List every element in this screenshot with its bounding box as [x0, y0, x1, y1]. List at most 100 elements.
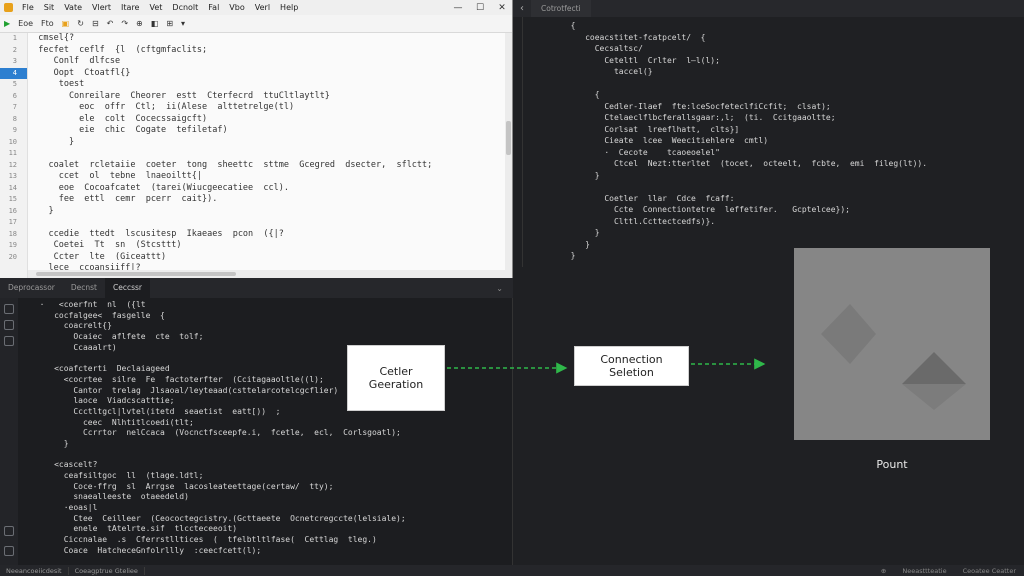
code-line: Corlsat lreeflhatt, clts}] [561, 124, 740, 134]
chevron-down-icon[interactable]: ▾ [181, 19, 185, 28]
code-line: Ccter lte (Giceattt) [28, 251, 167, 262]
menu-item-help[interactable]: Help [275, 3, 303, 12]
menu-item-build[interactable]: Fal [203, 3, 224, 12]
refresh-icon[interactable]: ↻ [77, 19, 84, 28]
line-number: 8 [12, 114, 17, 123]
light-code-area[interactable]: cmsel{? fecfet ceflf {l (cftgmfaclits; C… [28, 33, 506, 278]
line-number: 5 [12, 80, 17, 88]
code-line: } [561, 228, 600, 237]
split-icon[interactable]: ◧ [151, 19, 159, 28]
tab-decnst[interactable]: Decnst [63, 278, 105, 298]
code-line: Ccrrtor nelCcaca (Vocnctfsceepfe.i, fcet… [30, 428, 401, 438]
line-number: 16 [8, 206, 17, 215]
right-code-area[interactable]: { coeacstitet-fcatpcelt/ { Cecsaltsc/ Ce… [561, 20, 1016, 265]
redo-icon[interactable]: ↷ [121, 19, 128, 28]
code-line: eoe Cocoafcatet (tarei(Wiucgeecatiee ccl… [28, 182, 289, 193]
vertical-scrollbar[interactable] [505, 33, 512, 278]
add-icon[interactable]: ⊕ [136, 19, 143, 28]
line-number: 15 [8, 195, 17, 203]
code-line: Ciccnalae .s Cferrstlltices ( tfelbtltlf… [30, 535, 377, 545]
status-item[interactable]: Neeasttteatie [894, 567, 954, 575]
tab-ceccssr[interactable]: Ceccssr [105, 278, 150, 298]
minimize-button[interactable]: — [447, 3, 469, 13]
line-number: 2 [12, 45, 17, 54]
code-line: ccedie ttedt lscusitesp Ikaeaes pcon ({|… [28, 228, 284, 239]
tab-file[interactable]: Cotrotfecti [531, 0, 591, 17]
account-icon[interactable] [4, 526, 14, 536]
line-number: 20 [8, 252, 17, 261]
app-logo-icon [4, 3, 13, 12]
save-icon[interactable]: ▣ [62, 19, 70, 28]
code-line: { [561, 21, 576, 30]
preview-label: Pount [876, 458, 908, 471]
status-bar: ⊕ Neeasttteatie Ceoatee Ceatter [513, 565, 1024, 576]
code-line: } [561, 170, 600, 180]
dark-editor-panel: Deprocassor Decnst Ceccssr ⌄ · <coerfnt … [0, 278, 513, 576]
grid-icon[interactable]: ⊞ [166, 19, 173, 28]
menu-bar: Fle Sit Vate Vlert Itare Vet Dcnolt Fal … [0, 0, 512, 15]
code-line: Ccte Connectiontetre leffetifer. Gcptelc… [561, 205, 850, 214]
status-item[interactable]: Neeancoeiicdesit [0, 566, 69, 575]
menu-item-format[interactable]: Itare [116, 3, 144, 12]
code-line: ccet ol tebne lnaeoiltt{| [28, 171, 202, 181]
line-number-gutter [513, 17, 523, 267]
tab-preprocessor[interactable]: Deprocassor [0, 278, 63, 298]
status-item[interactable]: Ceoatee Ceatter [955, 567, 1024, 575]
dark-code-area[interactable]: · <coerfnt nl ({lt cocfalgee< fasgelle {… [30, 300, 510, 555]
code-line: ·eoas|l [30, 503, 98, 513]
line-number-gutter: 1 2 3 4 5 6 7 8 9 10 11 12 13 14 15 16 17 18 19 20 [0, 33, 28, 278]
code-line: cmsel{? [28, 33, 75, 43]
toolbar-button-2[interactable]: Fto [41, 19, 54, 28]
code-line: } [30, 438, 69, 448]
flow-box-label: Connection Seletion [600, 353, 663, 379]
line-number: 14 [8, 183, 17, 192]
menu-item-vcs[interactable]: Vbo [224, 3, 249, 12]
code-line: Ctelaeclflbcferallsgaar:,l; (ti. Ccitgaa… [561, 113, 836, 122]
explorer-icon[interactable] [4, 304, 14, 314]
horizontal-scrollbar[interactable] [28, 270, 506, 278]
search-icon[interactable] [4, 320, 14, 330]
menu-item-file[interactable]: Fle [17, 3, 39, 12]
line-number: 13 [8, 172, 17, 180]
code-line: coeacstitet-fcatpcelt/ { [561, 32, 706, 42]
chevron-down-icon[interactable]: ⌄ [496, 284, 503, 293]
code-line: coalet rcletaiie coeter tong sheettc stt… [28, 159, 433, 170]
code-line: <cascelt? [30, 460, 98, 470]
code-line: Cecsaltsc/ [561, 44, 643, 53]
layout-icon[interactable]: ⊟ [92, 19, 99, 28]
code-line: { [561, 90, 600, 99]
menu-item-tools[interactable]: Vet [144, 3, 167, 12]
code-line: } [28, 205, 54, 216]
line-number: 4 [0, 67, 27, 79]
menu-item-window[interactable]: Verl [250, 3, 275, 12]
menu-item-insert[interactable]: Vlert [87, 3, 116, 12]
status-item[interactable]: Coeagptrue Gteliee [69, 566, 145, 575]
scrollbar-thumb[interactable] [506, 121, 511, 155]
triangle-shape [902, 352, 966, 384]
menu-item-edit[interactable]: Sit [39, 3, 59, 12]
code-line: ceafsiltgoc ll (tlage.ldtl; [30, 471, 204, 480]
menu-item-view[interactable]: Vate [59, 3, 87, 12]
scrollbar-thumb[interactable] [36, 272, 236, 276]
code-line: Oopt Ctoatfl{} [28, 67, 131, 78]
flow-box-label: Cetler Geeration [368, 365, 424, 391]
gear-icon[interactable] [4, 546, 14, 556]
code-line: Cedler-Ilaef fte:lceSocfeteclfiCcfit; cl… [561, 101, 831, 111]
code-line: eoc offr Ctl; ii(Alese alttetrelge(tl) [28, 102, 295, 112]
line-number: 19 [8, 241, 17, 249]
undo-icon[interactable]: ↶ [107, 19, 114, 28]
close-button[interactable]: ✕ [491, 3, 512, 13]
toolbar-button-1[interactable]: Eoe [18, 19, 33, 28]
code-line: Coace HatcheceGnfolrllly :ceecfcett(l); [30, 545, 262, 555]
menu-item-debug[interactable]: Dcnolt [167, 3, 203, 12]
line-number: 11 [8, 149, 17, 157]
status-icon[interactable]: ⊕ [873, 567, 894, 575]
code-line: Coce-ffrg sl Arrgse lacosleateettage(cer… [30, 481, 334, 491]
source-control-icon[interactable] [4, 336, 14, 346]
maximize-button[interactable]: ☐ [469, 3, 491, 13]
run-button[interactable]: ▶ [4, 19, 10, 28]
code-line: Ctee Ceilleer (Ceococtegcistry.(Gcttaeet… [30, 513, 406, 523]
back-arrow-icon[interactable]: ‹ [513, 3, 531, 14]
